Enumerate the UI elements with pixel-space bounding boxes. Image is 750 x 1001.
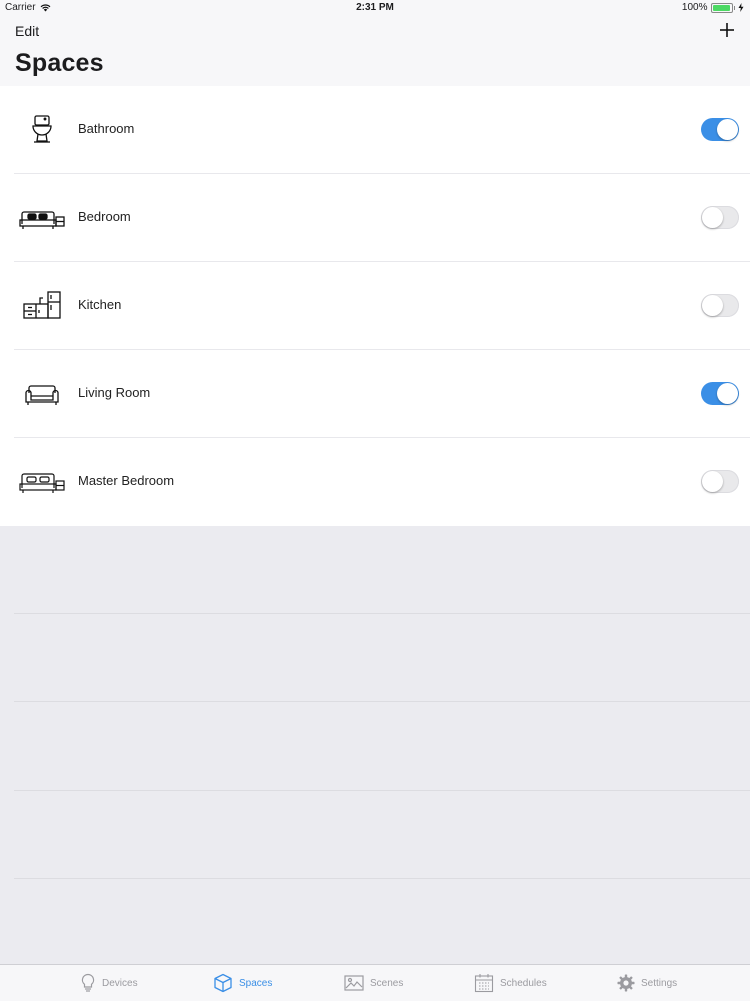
space-label: Living Room [78, 385, 151, 400]
status-bar: Carrier 2:31 PM 100% [0, 0, 750, 16]
space-toggle[interactable] [701, 470, 739, 493]
edit-button[interactable]: Edit [15, 23, 39, 39]
empty-separator [14, 878, 750, 879]
space-row-living-room[interactable]: Living Room [0, 350, 750, 438]
lightbulb-icon [81, 973, 95, 992]
master-bed-icon [19, 473, 65, 493]
space-toggle[interactable] [701, 206, 739, 229]
tab-settings[interactable]: Settings [617, 965, 677, 1001]
charging-icon [738, 3, 744, 12]
space-row-bedroom[interactable]: Bedroom [0, 174, 750, 262]
tab-scenes[interactable]: Scenes [344, 965, 403, 1001]
space-label: Master Bedroom [78, 473, 175, 488]
space-row-bathroom[interactable]: Bathroom [0, 86, 750, 174]
battery-icon [710, 2, 733, 13]
empty-separator [14, 701, 750, 702]
empty-separator [14, 613, 750, 614]
page-title: Spaces [15, 49, 104, 77]
tab-label: Spaces [239, 977, 273, 989]
tab-schedules[interactable]: Schedules [474, 965, 547, 1001]
space-toggle[interactable] [701, 294, 739, 317]
tab-label: Devices [102, 977, 138, 989]
kitchen-icon [23, 291, 61, 319]
space-row-kitchen[interactable]: Kitchen [0, 262, 750, 350]
space-row-master-bedroom[interactable]: Master Bedroom [0, 438, 750, 526]
navigation-bar: Edit Spaces [0, 16, 750, 87]
tab-devices[interactable]: Devices [80, 965, 138, 1001]
status-time: 2:31 PM [356, 2, 394, 13]
battery-percent: 100% [681, 2, 708, 13]
gear-icon [617, 974, 635, 992]
space-label: Kitchen [78, 297, 122, 312]
tab-label: Scenes [370, 977, 404, 989]
sofa-icon [25, 385, 59, 405]
toilet-icon [32, 115, 52, 143]
cube-icon [214, 973, 232, 993]
space-toggle[interactable] [701, 382, 739, 405]
tab-bar: Devices Spaces Scenes Schedules Settings [0, 964, 750, 1001]
empty-separator [14, 790, 750, 791]
space-label: Bedroom [78, 209, 131, 224]
add-icon[interactable] [718, 21, 736, 39]
bed-icon [19, 211, 65, 229]
image-icon [344, 975, 364, 991]
spaces-list: Bathroom Bedroom Kitchen Living Room Mas… [0, 86, 750, 526]
tab-label: Schedules [500, 977, 547, 989]
calendar-icon [474, 974, 494, 993]
space-label: Bathroom [78, 121, 135, 136]
tab-label: Settings [641, 977, 678, 989]
tab-spaces[interactable]: Spaces [213, 965, 272, 1001]
status-right: 100% [682, 2, 744, 13]
space-toggle[interactable] [701, 118, 739, 141]
